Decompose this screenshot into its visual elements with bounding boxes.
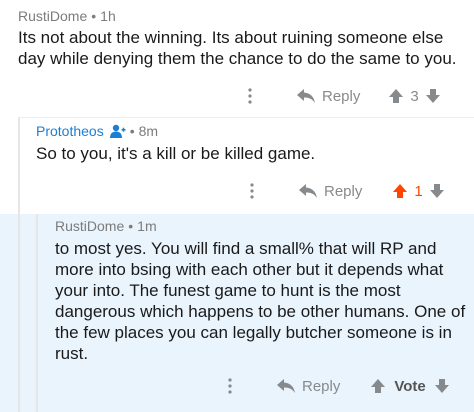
comment-age: 1h (100, 8, 116, 24)
upvote-arrow-icon (370, 378, 386, 394)
comment-author[interactable]: RustiDome (55, 218, 124, 234)
comment-body: to most yes. You will find a small% that… (55, 239, 466, 363)
reply-icon (296, 88, 316, 104)
downvote-arrow-icon (429, 183, 445, 199)
upvote-arrow-icon (392, 183, 408, 199)
more-options-icon[interactable] (242, 183, 262, 199)
comment-body: Its not about the winning. Its about rui… (18, 28, 457, 68)
thread-line (18, 214, 20, 412)
comment-actions: Reply 1 (242, 179, 445, 203)
downvote-button[interactable] (429, 183, 445, 199)
downvote-button[interactable] (434, 378, 450, 394)
comment-meta: RustiDome • 1h (18, 8, 116, 24)
comment-age: 8m (138, 123, 159, 139)
thread-line (18, 118, 20, 214)
meta-separator: • (91, 8, 97, 24)
vote-label: Vote (394, 377, 426, 395)
comment-actions: Reply Vote (220, 374, 450, 398)
downvote-arrow-icon (425, 88, 441, 104)
upvote-button[interactable] (392, 183, 408, 199)
reply-icon (298, 183, 318, 199)
comment-meta: Prototheos • 8m (36, 123, 158, 139)
upvote-button[interactable] (388, 88, 404, 104)
comment-age: 1m (137, 218, 157, 234)
upvote-arrow-icon (388, 88, 404, 104)
vote-score: 3 (410, 87, 419, 105)
downvote-arrow-icon (434, 378, 450, 394)
reply-label: Reply (302, 377, 341, 395)
comment-2: Prototheos • 8m So to you, it's a kill o… (0, 118, 474, 214)
comment-meta: RustiDome • 1m (55, 218, 157, 234)
reply-button[interactable]: Reply (298, 183, 362, 200)
comment-body: So to you, it's a kill or be killed game… (36, 144, 316, 163)
downvote-button[interactable] (425, 88, 441, 104)
upvote-button[interactable] (370, 378, 386, 394)
reply-icon (276, 378, 296, 394)
vote-score: 1 (414, 182, 423, 200)
comment-3-highlighted: RustiDome • 1m to most yes. You will fin… (0, 214, 474, 412)
more-options-icon[interactable] (220, 378, 240, 394)
reply-button[interactable]: Reply (296, 88, 360, 105)
more-options-icon[interactable] (240, 88, 260, 104)
comment-author[interactable]: RustiDome (18, 8, 87, 24)
reply-label: Reply (322, 87, 361, 105)
thread-line-nested (36, 214, 38, 412)
reply-label: Reply (324, 182, 363, 200)
comment-author[interactable]: Prototheos (36, 123, 104, 139)
meta-separator: • (129, 123, 135, 139)
comment-actions: Reply 3 (240, 84, 441, 108)
reply-button[interactable]: Reply (276, 378, 340, 395)
comment-1: RustiDome • 1h Its not about the winning… (0, 0, 474, 118)
meta-separator: • (128, 218, 134, 234)
user-icon (109, 124, 126, 138)
